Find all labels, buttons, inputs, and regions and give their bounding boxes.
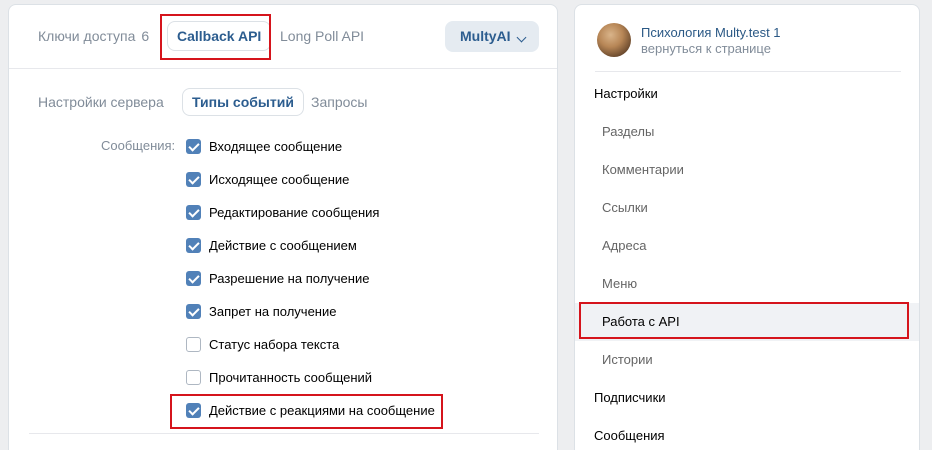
sidebar-item-label: Комментарии — [602, 162, 684, 177]
event-checkbox-row[interactable]: Действие с реакциями на сообщение — [186, 400, 435, 420]
sidebar-item-label: Работа с API — [602, 314, 680, 329]
event-checkbox-row[interactable]: Статус набора текста — [186, 334, 339, 354]
checkbox-label: Действие с сообщением — [209, 237, 357, 253]
subtab-requests[interactable]: Запросы — [302, 88, 376, 116]
checkbox-unchecked[interactable] — [186, 336, 201, 352]
app-select-label: MultyAI — [460, 28, 511, 44]
checkbox-label: Разрешение на получение — [209, 270, 370, 286]
sidebar-item-label: Истории — [602, 352, 653, 367]
chevron-down-icon — [516, 32, 527, 43]
sidebar-item-messages[interactable]: Сообщения — [575, 417, 919, 450]
sidebar-item-sections[interactable]: Разделы — [575, 113, 919, 151]
sidebar-item-subscribers[interactable]: Подписчики — [575, 379, 919, 417]
checkbox-label: Запрет на получение — [209, 303, 337, 319]
sidebar-item-menu[interactable]: Меню — [575, 265, 919, 303]
checkbox-checked[interactable] — [186, 270, 201, 286]
checkbox-label: Входящее сообщение — [209, 138, 343, 154]
checkbox-checked[interactable] — [186, 237, 201, 253]
checkbox-label: Редактирование сообщения — [209, 204, 380, 220]
checkbox-label: Статус набора текста — [209, 336, 340, 352]
sidebar-item-label: Ссылки — [602, 200, 648, 215]
checkbox-checked[interactable] — [186, 171, 201, 187]
tab-long-poll-api[interactable]: Long Poll API — [271, 21, 373, 51]
api-tabs: Ключи доступа 6 Callback API Long Poll AP… — [9, 5, 557, 69]
sidebar-item-label: Подписчики — [594, 390, 666, 405]
checkbox-label: Действие с реакциями на сообщение — [209, 402, 435, 418]
event-checkbox-row[interactable]: Действие с сообщением — [186, 235, 357, 255]
sidebar-item-label: Адреса — [602, 238, 647, 253]
sidebar-item-links[interactable]: Ссылки — [575, 189, 919, 227]
checkbox-checked[interactable] — [186, 204, 201, 220]
sidebar-item-api[interactable]: Работа с API — [575, 303, 919, 341]
main-panel: Ключи доступа 6 Callback API Long Poll AP… — [8, 4, 558, 450]
subtab-event-types-label: Типы событий — [192, 94, 294, 110]
checkbox-checked[interactable] — [186, 303, 201, 319]
tab-access-keys[interactable]: Ключи доступа 6 — [29, 21, 158, 51]
event-checkbox-row[interactable]: Разрешение на получение — [186, 268, 369, 288]
subtab-server-settings-label: Настройки сервера — [38, 94, 164, 110]
tab-access-keys-count: 6 — [141, 28, 150, 44]
checkbox-unchecked[interactable] — [186, 369, 201, 385]
sidebar-item-label: Разделы — [602, 124, 655, 139]
subtab-requests-label: Запросы — [311, 94, 368, 110]
avatar[interactable] — [597, 23, 631, 57]
subtab-server-settings[interactable]: Настройки сервера — [29, 88, 173, 116]
tab-long-poll-api-label: Long Poll API — [280, 28, 365, 44]
checkbox-label: Исходящее сообщение — [209, 171, 350, 187]
settings-sidebar: Психология Multy.test 1 вернуться к стра… — [574, 4, 920, 450]
checkbox-label: Прочитанность сообщений — [209, 369, 373, 385]
sidebar-item-settings[interactable]: Настройки — [575, 75, 919, 113]
tab-callback-api[interactable]: Callback API — [167, 21, 272, 51]
sidebar-item-label: Меню — [602, 276, 638, 291]
event-checkbox-row[interactable]: Запрет на получение — [186, 301, 336, 321]
sidebar-item-label: Сообщения — [594, 428, 665, 443]
section-divider — [29, 433, 539, 434]
tab-callback-api-label: Callback API — [177, 28, 262, 44]
sidebar-item-comments[interactable]: Комментарии — [575, 151, 919, 189]
event-checkbox-row[interactable]: Исходящее сообщение — [186, 169, 349, 189]
event-checkbox-row[interactable]: Прочитанность сообщений — [186, 367, 372, 387]
checkbox-checked[interactable] — [186, 402, 201, 418]
sidebar-item-stories[interactable]: Истории — [575, 341, 919, 379]
app-select-dropdown[interactable]: MultyAI — [445, 21, 539, 52]
subtab-event-types[interactable]: Типы событий — [182, 88, 304, 116]
community-name-link[interactable]: Психология Multy.test 1 — [641, 25, 781, 40]
checkbox-checked[interactable] — [186, 138, 201, 154]
sidebar-divider — [595, 71, 901, 72]
sidebar-item-addresses[interactable]: Адреса — [575, 227, 919, 265]
event-checkbox-row[interactable]: Входящее сообщение — [186, 136, 342, 156]
messages-group-label: Сообщения: — [101, 138, 176, 153]
event-checkbox-row[interactable]: Редактирование сообщения — [186, 202, 379, 222]
sidebar-item-label: Настройки — [594, 86, 658, 101]
back-to-page-link[interactable]: вернуться к странице — [641, 41, 771, 56]
tab-access-keys-label: Ключи доступа — [38, 28, 136, 44]
